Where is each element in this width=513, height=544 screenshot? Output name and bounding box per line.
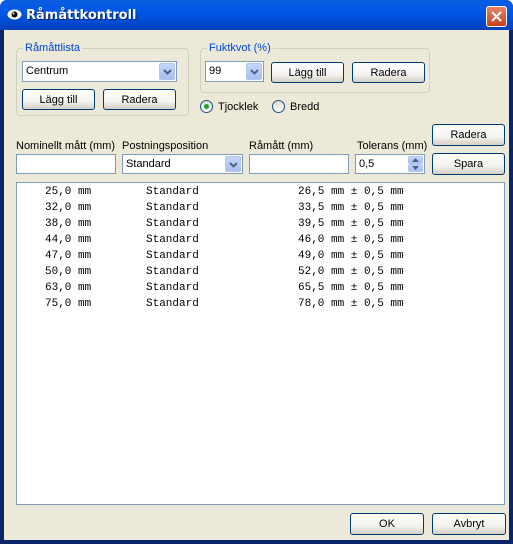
position-label: Postningsposition <box>122 140 209 152</box>
list-item[interactable]: 32,0 mm Standard 33,5 mm ± 0,5 mm <box>17 201 504 217</box>
close-button[interactable] <box>486 6 507 27</box>
radio-label: Tjocklek <box>218 100 259 113</box>
ramattlista-selected: Centrum <box>26 65 69 77</box>
position-selected: Standard <box>126 158 171 170</box>
spin-up-button[interactable] <box>408 156 423 164</box>
fuktkvot-delete-button[interactable]: Radera <box>352 62 425 83</box>
chevron-down-icon <box>412 166 419 170</box>
list-item[interactable]: 75,0 mm Standard 78,0 mm ± 0,5 mm <box>17 297 504 313</box>
position-cell: Standard <box>146 218 199 230</box>
list-item[interactable]: 38,0 mm Standard 39,5 mm ± 0,5 mm <box>17 217 504 233</box>
ramattlista-select[interactable]: Centrum <box>22 61 177 82</box>
nominal-cell: 44,0 mm <box>45 234 92 246</box>
title-bar[interactable]: Råmåttkontroll <box>0 0 513 30</box>
nominal-input[interactable] <box>16 154 116 174</box>
position-cell: Standard <box>146 186 199 198</box>
nominal-cell: 63,0 mm <box>45 282 92 294</box>
position-cell: Standard <box>146 266 199 278</box>
nominal-cell: 25,0 mm <box>45 186 92 198</box>
ramatt-input[interactable] <box>249 154 349 174</box>
ramattlista-legend: Råmåttlista <box>23 42 83 54</box>
ramatt-cell: 33,5 mm ± 0,5 mm <box>298 202 404 214</box>
fuktkvot-add-button[interactable]: Lägg till <box>271 62 344 83</box>
tolerance-label: Tolerans (mm) <box>357 140 428 152</box>
radio-bredd[interactable]: Bredd <box>272 100 319 113</box>
save-button[interactable]: Spara <box>432 153 505 175</box>
position-select[interactable]: Standard <box>122 154 243 174</box>
fuktkvot-selected: 99 <box>209 65 222 77</box>
ramattlista-add-button[interactable]: Lägg till <box>22 89 95 110</box>
ramatt-cell: 46,0 mm ± 0,5 mm <box>298 234 404 246</box>
form-delete-button[interactable]: Radera <box>432 124 505 146</box>
position-cell: Standard <box>146 234 199 246</box>
radio-circle <box>272 100 285 113</box>
ramatt-cell: 78,0 mm ± 0,5 mm <box>298 298 404 310</box>
position-cell: Standard <box>146 298 199 310</box>
ramatt-list[interactable]: 25,0 mm Standard 26,5 mm ± 0,5 mm 32,0 mm St… <box>16 182 505 505</box>
close-icon <box>491 11 502 22</box>
radio-tjocklek[interactable]: Tjocklek <box>200 100 258 113</box>
radio-circle <box>200 100 213 113</box>
ramatt-cell: 26,5 mm ± 0,5 mm <box>298 186 404 198</box>
ramatt-cell: 39,5 mm ± 0,5 mm <box>298 218 404 230</box>
tolerance-value: 0,5 <box>359 158 375 170</box>
ramattlista-delete-button[interactable]: Radera <box>103 89 176 110</box>
position-dropdown-button[interactable] <box>225 156 241 172</box>
cancel-button[interactable]: Avbryt <box>432 513 506 535</box>
eye-icon <box>7 9 22 20</box>
position-cell: Standard <box>146 202 199 214</box>
nominal-cell: 47,0 mm <box>45 250 92 262</box>
dialog-body: Råmåttlista Centrum Lägg till Radera Fuk… <box>4 30 509 540</box>
fuktkvot-dropdown-button[interactable] <box>246 63 262 80</box>
nominal-cell: 50,0 mm <box>45 266 92 278</box>
spin-down-button[interactable] <box>408 164 423 172</box>
list-item[interactable]: 63,0 mm Standard 65,5 mm ± 0,5 mm <box>17 281 504 297</box>
list-item[interactable]: 47,0 mm Standard 49,0 mm ± 0,5 mm <box>17 249 504 265</box>
ramatt-cell: 52,0 mm ± 0,5 mm <box>298 266 404 278</box>
chevron-down-icon <box>163 69 172 75</box>
nominal-cell: 75,0 mm <box>45 298 92 310</box>
ramattlista-dropdown-button[interactable] <box>159 63 175 80</box>
radio-label: Bredd <box>290 100 320 113</box>
ramatt-label: Råmått (mm) <box>249 140 314 152</box>
ok-button[interactable]: OK <box>350 513 424 535</box>
position-cell: Standard <box>146 282 199 294</box>
list-item[interactable]: 50,0 mm Standard 52,0 mm ± 0,5 mm <box>17 265 504 281</box>
ramatt-cell: 49,0 mm ± 0,5 mm <box>298 250 404 262</box>
ramatt-cell: 65,5 mm ± 0,5 mm <box>298 282 404 294</box>
nominal-cell: 32,0 mm <box>45 202 92 214</box>
dialog-window: Råmåttkontroll Råmåttlista Centrum Lägg … <box>0 0 513 544</box>
nominal-cell: 38,0 mm <box>45 218 92 230</box>
fuktkvot-select[interactable]: 99 <box>205 61 264 82</box>
chevron-down-icon <box>250 69 259 75</box>
tolerance-stepper[interactable]: 0,5 <box>355 154 425 174</box>
radio-selected-dot <box>204 104 209 109</box>
chevron-up-icon <box>412 158 419 162</box>
list-item[interactable]: 44,0 mm Standard 46,0 mm ± 0,5 mm <box>17 233 504 249</box>
chevron-down-icon <box>229 162 238 168</box>
nominal-label: Nominellt mått (mm) <box>16 140 116 152</box>
position-cell: Standard <box>146 250 199 262</box>
list-item[interactable]: 25,0 mm Standard 26,5 mm ± 0,5 mm <box>17 185 504 201</box>
fuktkvot-legend: Fuktkvot (%) <box>207 42 273 54</box>
window-title: Råmåttkontroll <box>26 8 137 23</box>
